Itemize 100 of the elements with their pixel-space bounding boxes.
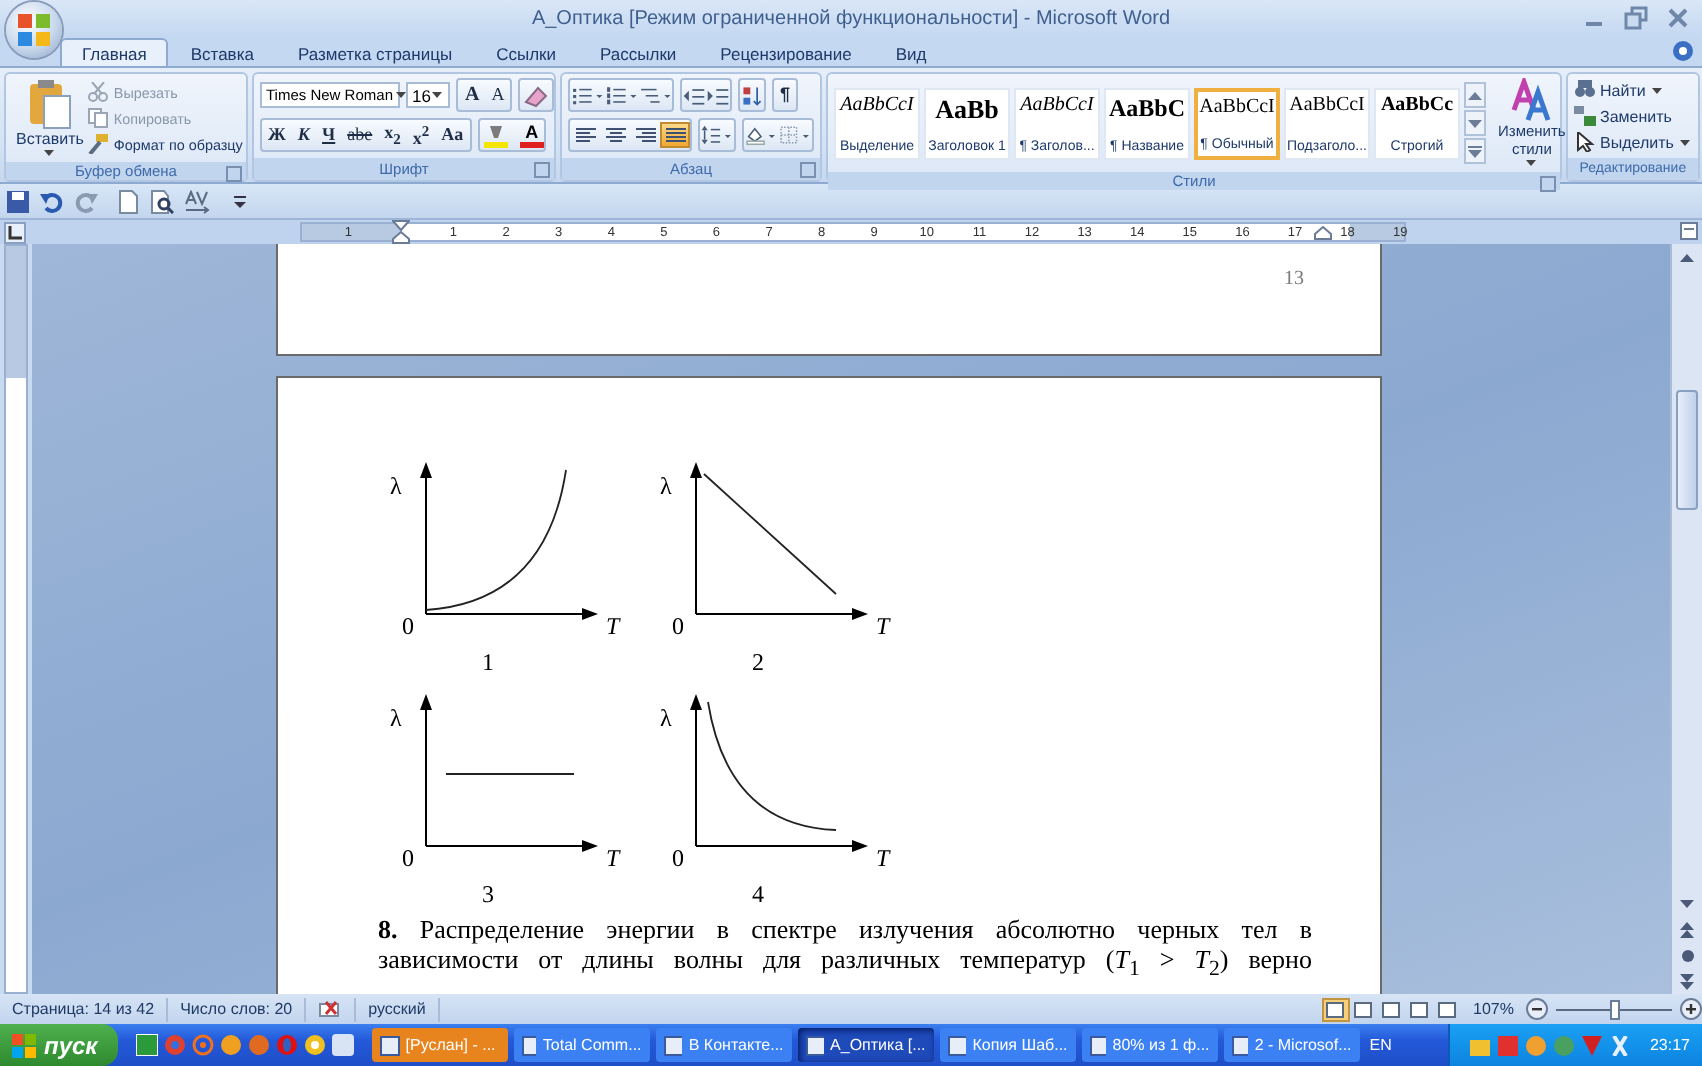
slider-thumb[interactable] xyxy=(1610,999,1620,1019)
eraser-icon[interactable] xyxy=(520,81,553,109)
help-icon[interactable] xyxy=(1672,40,1694,62)
language-indicator[interactable]: EN xyxy=(1369,1036,1392,1054)
zoom-in-icon[interactable] xyxy=(1680,998,1702,1020)
cursor-icon xyxy=(1574,132,1596,152)
align-button[interactable] xyxy=(570,122,600,148)
binoculars-icon xyxy=(1574,80,1596,100)
grow-font-button[interactable]: A xyxy=(458,82,486,108)
page-count[interactable]: Страница: 14 из 42 xyxy=(0,997,169,1021)
editing-action[interactable]: Найти xyxy=(1574,78,1692,102)
new-document-icon[interactable] xyxy=(116,189,140,213)
show-marks-button[interactable]: ¶ xyxy=(774,82,797,108)
shading-icon[interactable] xyxy=(744,124,778,146)
save-icon[interactable] xyxy=(6,189,30,213)
ribbon-tab[interactable]: Рецензирование xyxy=(698,38,874,66)
app-circle-icon[interactable] xyxy=(219,1034,242,1056)
zoom-level[interactable]: 107% xyxy=(1473,1000,1514,1018)
axis-label: λ xyxy=(390,704,402,732)
tray-app-icon[interactable] xyxy=(1609,1035,1630,1055)
word-count[interactable]: Число слов: 20 xyxy=(168,997,307,1021)
indent-marker-icon[interactable] xyxy=(392,220,410,244)
ribbon-tab[interactable]: Разметка страницы xyxy=(275,38,475,66)
start-button[interactable]: пуск xyxy=(0,1024,118,1066)
letters-icon xyxy=(1509,78,1554,122)
undo-icon[interactable] xyxy=(40,189,64,213)
scroll-down-icon[interactable] xyxy=(1464,110,1486,136)
copy-icon xyxy=(87,108,108,128)
editing-action[interactable]: Выделить xyxy=(1574,130,1692,154)
origin-label: 0 xyxy=(402,844,414,872)
format-button[interactable]: Ж xyxy=(262,122,292,148)
shrink-font-button[interactable]: A xyxy=(485,82,511,108)
restore-icon[interactable] xyxy=(1624,6,1648,30)
sort-icon[interactable] xyxy=(740,83,764,107)
taskbar-button[interactable]: 2 - Microsof... xyxy=(1223,1028,1360,1062)
paragraph: 8. Распределение энергии в спектре излучения абсолютно черных тел в xyxy=(378,914,1312,944)
ribbon-tab[interactable]: Ссылки xyxy=(474,38,579,66)
print-preview-icon[interactable] xyxy=(150,189,174,213)
taskbar-button[interactable]: А_Оптика [... xyxy=(797,1028,934,1062)
window-icon xyxy=(1231,1035,1249,1055)
scissors-icon xyxy=(87,82,108,102)
axis-label: T xyxy=(606,844,620,872)
windows-flag-icon xyxy=(12,1033,36,1057)
scroll-up-icon[interactable] xyxy=(1464,82,1486,108)
multilevel-list-icon[interactable] xyxy=(638,84,672,106)
ribbon-tab[interactable]: Главная xyxy=(60,38,169,66)
axis-label: T xyxy=(876,844,890,872)
format-button[interactable]: Ч xyxy=(316,122,342,148)
ribbon-tab[interactable]: Вид xyxy=(873,38,949,66)
view-mode-button[interactable] xyxy=(1433,997,1462,1021)
format-button[interactable]: К xyxy=(291,122,317,148)
axis-label: T xyxy=(606,612,620,640)
window-icon xyxy=(947,1035,967,1055)
graph-caption: 2 xyxy=(752,648,764,676)
origin-label: 0 xyxy=(672,844,684,872)
page-number: 13 xyxy=(1284,268,1304,290)
right-indent-marker-icon[interactable] xyxy=(1314,226,1332,240)
window-icon xyxy=(1089,1035,1107,1055)
align-button[interactable] xyxy=(600,122,630,148)
align-button[interactable] xyxy=(630,122,660,148)
more-icon[interactable] xyxy=(1464,138,1486,164)
graph-curve xyxy=(425,469,567,611)
taskbar-button[interactable]: Total Comm... xyxy=(513,1028,650,1062)
increase-indent-icon[interactable] xyxy=(706,83,730,107)
taskbar-button[interactable]: В Контакте... xyxy=(655,1028,792,1062)
caret-icon xyxy=(1679,139,1690,145)
language-indicator[interactable]: русский xyxy=(356,997,440,1021)
font-size-field[interactable]: 16 xyxy=(406,82,451,108)
format-button[interactable]: x$_{2}$ xyxy=(378,119,407,151)
graph-caption: 3 xyxy=(482,880,494,908)
close-icon[interactable] xyxy=(1666,6,1690,30)
align-button[interactable] xyxy=(660,122,690,148)
office-logo-icon xyxy=(16,12,52,48)
taskbar-button[interactable]: Копия Шаб... xyxy=(939,1028,1076,1062)
view-ruler-icon[interactable] xyxy=(1680,221,1698,243)
editing-action[interactable]: Заменить xyxy=(1574,104,1692,128)
view-mode-button[interactable] xyxy=(1321,997,1350,1021)
numbered-list-icon[interactable] xyxy=(604,84,638,106)
format-button[interactable]: Aa xyxy=(435,122,470,148)
zoom-out-icon[interactable] xyxy=(1526,998,1548,1020)
line-spacing-icon[interactable] xyxy=(700,124,734,146)
brush-icon xyxy=(87,134,108,154)
ribbon-tab[interactable]: Рассылки xyxy=(578,38,699,66)
format-button[interactable]: abe xyxy=(341,122,379,148)
tab-selector[interactable] xyxy=(4,221,26,243)
format-button[interactable]: x$^{2}$ xyxy=(406,118,436,152)
bullet-list-icon[interactable] xyxy=(570,84,604,106)
view-mode-button[interactable] xyxy=(1349,997,1378,1021)
app-circle-icon[interactable] xyxy=(303,1034,326,1056)
scrollbar-thumb[interactable] xyxy=(1676,390,1698,510)
spellcheck-icon[interactable] xyxy=(318,998,343,1020)
view-mode-button[interactable] xyxy=(1377,997,1406,1021)
app-square-icon[interactable] xyxy=(331,1034,354,1056)
graph-curve xyxy=(707,701,837,831)
paste-button[interactable]: Вставить xyxy=(12,78,88,158)
caret-icon xyxy=(44,150,55,156)
ribbon-tab[interactable]: Вставка xyxy=(168,38,276,66)
view-mode-button[interactable] xyxy=(1405,997,1434,1021)
decrease-indent-icon[interactable] xyxy=(682,83,706,107)
taskbar-button[interactable]: 80% из 1 ф... xyxy=(1081,1028,1218,1062)
